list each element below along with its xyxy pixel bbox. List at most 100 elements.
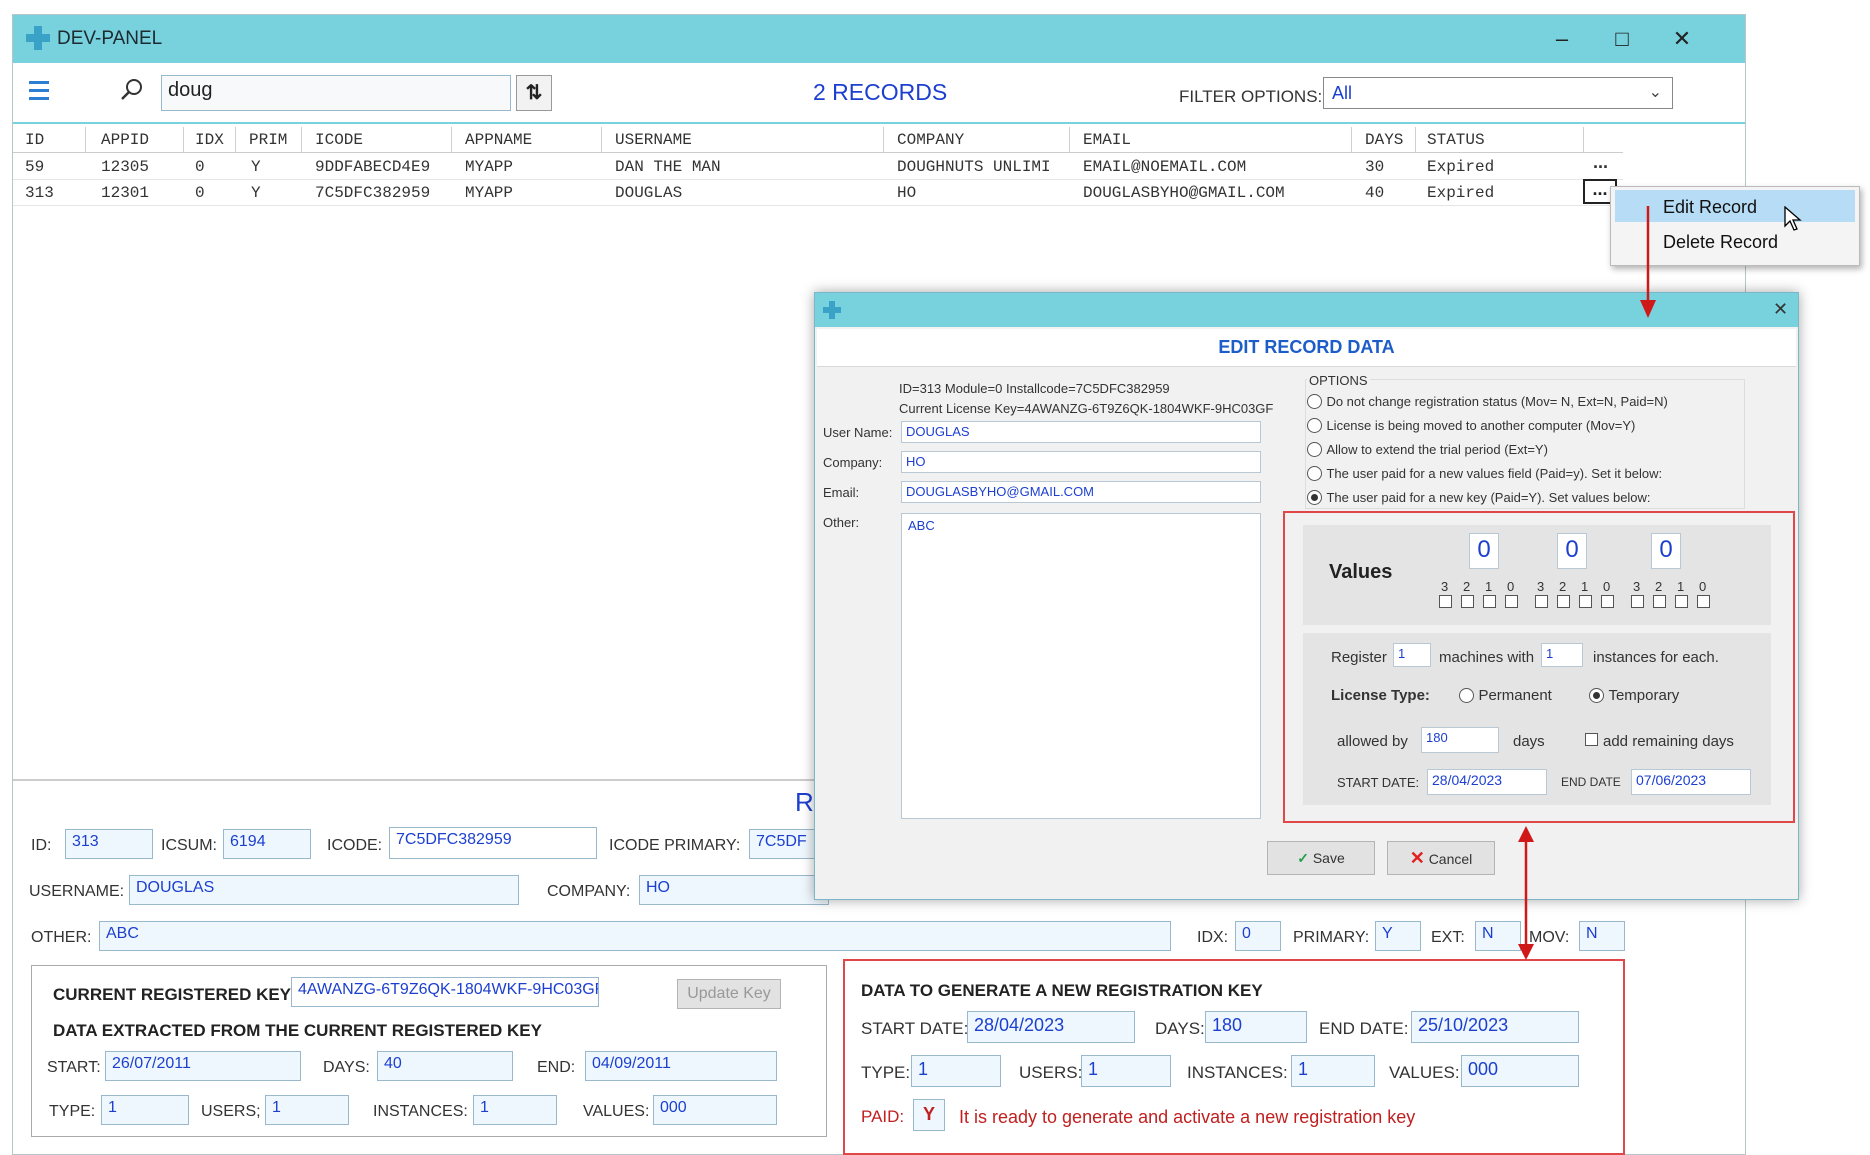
mov-field[interactable]: N: [1579, 921, 1625, 951]
option-1[interactable]: License is being moved to another comput…: [1307, 417, 1635, 435]
new-end-field[interactable]: 25/10/2023: [1411, 1011, 1579, 1043]
extracted-type-field[interactable]: 1: [101, 1095, 189, 1125]
dialog-email-field[interactable]: DOUGLASBYHO@GMAIL.COM: [901, 481, 1261, 503]
add-remaining-checkbox[interactable]: [1585, 733, 1598, 746]
icsum-field[interactable]: 6194: [223, 829, 311, 859]
bit-checkbox[interactable]: [1653, 595, 1666, 608]
bit-checkbox[interactable]: [1631, 595, 1644, 608]
new-values-label: VALUES:: [1389, 1063, 1460, 1082]
dialog-end-field[interactable]: 07/06/2023: [1631, 769, 1751, 795]
bit-checkbox[interactable]: [1483, 595, 1496, 608]
allowed-days-field[interactable]: 180: [1421, 727, 1499, 753]
col-status[interactable]: STATUS: [1427, 131, 1485, 149]
bit-checkbox[interactable]: [1461, 595, 1474, 608]
close-icon[interactable]: ✕: [1657, 19, 1707, 59]
cell-status: Expired: [1427, 184, 1495, 202]
user-name-field[interactable]: DOUGLAS: [901, 421, 1261, 443]
minimize-icon[interactable]: –: [1537, 19, 1587, 59]
refresh-icon[interactable]: ⇅: [516, 75, 552, 111]
bit-checkbox[interactable]: [1601, 595, 1614, 608]
cancel-button[interactable]: ✕ Cancel: [1387, 841, 1495, 875]
menu-item-delete-record[interactable]: Delete Record: [1615, 225, 1855, 257]
value-digit-1[interactable]: 0: [1469, 533, 1499, 569]
username-field[interactable]: DOUGLAS: [129, 875, 519, 905]
save-button[interactable]: ✓ Save: [1267, 841, 1375, 875]
cell-email: EMAIL@NOEMAIL.COM: [1083, 158, 1247, 176]
cell-id: 59: [25, 158, 45, 176]
paid-field[interactable]: Y: [913, 1099, 945, 1131]
col-prim[interactable]: PRIM: [249, 131, 287, 149]
id-label: ID:: [31, 837, 52, 854]
checkmark-icon: ✓: [1297, 850, 1309, 866]
extracted-days-field[interactable]: 40: [377, 1051, 513, 1081]
option-3[interactable]: The user paid for a new values field (Pa…: [1307, 465, 1662, 483]
menu-item-edit-record[interactable]: Edit Record: [1615, 190, 1855, 222]
col-id[interactable]: ID: [25, 131, 44, 149]
bit-checkbox[interactable]: [1697, 595, 1710, 608]
dialog-company-field[interactable]: HO: [901, 451, 1261, 473]
hamburger-menu-icon[interactable]: [29, 81, 49, 100]
dialog-close-icon[interactable]: ✕: [1773, 299, 1788, 320]
new-days-field[interactable]: 180: [1205, 1011, 1307, 1043]
bit-label: 0: [1603, 579, 1611, 594]
table-row[interactable]: 59 12305 0 Y 9DDFABECD4E9 MYAPP DAN THE …: [13, 152, 1623, 180]
col-icode[interactable]: ICODE: [315, 131, 363, 149]
col-appid[interactable]: APPID: [101, 131, 149, 149]
option-0[interactable]: Do not change registration status (Mov= …: [1307, 393, 1668, 411]
new-instances-field[interactable]: 1: [1291, 1055, 1375, 1087]
table-row[interactable]: 313 12301 0 Y 7C5DFC382959 MYAPP DOUGLAS…: [13, 179, 1623, 206]
dialog-title-bar[interactable]: ✕: [815, 293, 1798, 327]
bit-checkbox[interactable]: [1439, 595, 1452, 608]
row-menu-button[interactable]: ...: [1593, 152, 1608, 173]
extracted-instances-field[interactable]: 1: [473, 1095, 557, 1125]
bit-checkbox[interactable]: [1675, 595, 1688, 608]
other-field[interactable]: ABC: [99, 921, 1171, 951]
ext-field[interactable]: N: [1475, 921, 1521, 951]
value-digit-2[interactable]: 0: [1557, 533, 1587, 569]
col-email[interactable]: EMAIL: [1083, 131, 1131, 149]
col-appname[interactable]: APPNAME: [465, 131, 532, 149]
search-input[interactable]: doug: [161, 75, 511, 111]
filter-select[interactable]: All ⌄: [1323, 77, 1673, 109]
search-icon[interactable]: [119, 77, 145, 103]
extracted-values-field[interactable]: 000: [653, 1095, 777, 1125]
bit-checkbox[interactable]: [1535, 595, 1548, 608]
company-field[interactable]: HO: [639, 875, 829, 905]
extracted-users-field[interactable]: 1: [265, 1095, 349, 1125]
license-permanent-option[interactable]: Permanent: [1459, 687, 1552, 705]
extracted-title: DATA EXTRACTED FROM THE CURRENT REGISTER…: [53, 1021, 542, 1040]
bit-checkbox[interactable]: [1557, 595, 1570, 608]
bit-label: 2: [1463, 579, 1471, 594]
extracted-start-field[interactable]: 26/07/2011: [105, 1051, 301, 1081]
title-bar[interactable]: DEV-PANEL – □ ✕: [13, 15, 1745, 63]
machines-field[interactable]: 1: [1541, 643, 1583, 667]
chevron-down-icon: ⌄: [1648, 84, 1662, 101]
current-key-field[interactable]: 4AWANZG-6T9Z6QK-1804WKF-9HC03GF: [291, 977, 599, 1007]
col-company[interactable]: COMPANY: [897, 131, 964, 149]
option-4[interactable]: The user paid for a new key (Paid=Y). Se…: [1307, 489, 1651, 507]
maximize-icon[interactable]: □: [1597, 19, 1647, 59]
license-temporary-option[interactable]: Temporary: [1589, 687, 1679, 705]
id-field[interactable]: 313: [65, 829, 153, 859]
option-2[interactable]: Allow to extend the trial period (Ext=Y): [1307, 441, 1548, 459]
primary-field[interactable]: Y: [1375, 921, 1421, 951]
bit-checkbox[interactable]: [1579, 595, 1592, 608]
extracted-end-field[interactable]: 04/09/2011: [585, 1051, 777, 1081]
register-field[interactable]: 1: [1393, 643, 1431, 667]
value-digit-3[interactable]: 0: [1651, 533, 1681, 569]
icode-field[interactable]: 7C5DFC382959: [389, 827, 597, 859]
col-idx[interactable]: IDX: [195, 131, 224, 149]
new-values-field[interactable]: 000: [1461, 1055, 1579, 1087]
new-users-field[interactable]: 1: [1081, 1055, 1171, 1087]
ready-message: It is ready to generate and activate a n…: [959, 1107, 1416, 1127]
update-key-button[interactable]: Update Key: [677, 979, 781, 1009]
new-start-field[interactable]: 28/04/2023: [967, 1011, 1135, 1043]
new-type-field[interactable]: 1: [911, 1055, 1001, 1087]
dialog-start-field[interactable]: 28/04/2023: [1427, 769, 1547, 795]
col-days[interactable]: DAYS: [1365, 131, 1403, 149]
dialog-other-field[interactable]: ABC: [901, 513, 1261, 819]
idx-field[interactable]: 0: [1235, 921, 1281, 951]
cell-appid: 12305: [101, 158, 150, 176]
col-username[interactable]: USERNAME: [615, 131, 692, 149]
bit-checkbox[interactable]: [1505, 595, 1518, 608]
